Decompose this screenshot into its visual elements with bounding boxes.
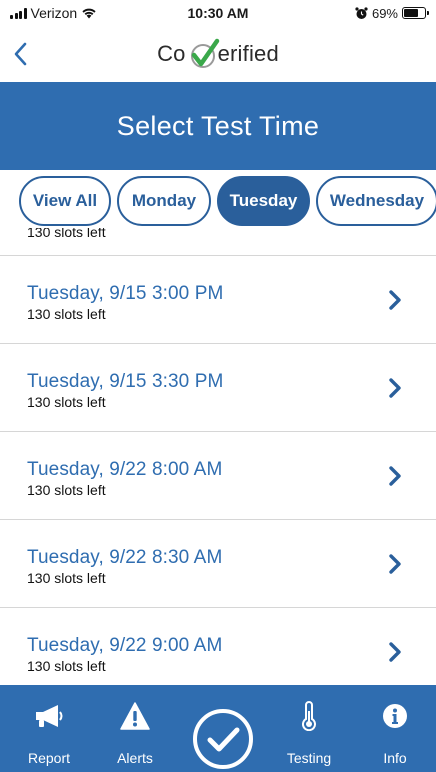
page-header: Select Test Time [0, 82, 436, 170]
nav-bar: Co erified [0, 26, 436, 82]
slots-left-label: 130 slots left [27, 394, 106, 410]
chevron-right-icon [389, 642, 401, 662]
slots-left-label: 130 slots left [27, 306, 106, 322]
slots-left-label: 130 slots left [27, 570, 106, 586]
info-icon [383, 704, 407, 728]
status-bar: Verizon 10:30 AM 69% [0, 0, 436, 26]
alarm-icon [355, 6, 368, 19]
tab-monday[interactable]: Monday [117, 176, 211, 226]
slots-left-label: 130 slots left [27, 482, 106, 498]
tab-info-label: Info [383, 750, 407, 766]
logo-text-suffix: erified [217, 41, 279, 66]
signal-icon [10, 7, 27, 19]
battery-fill [404, 9, 418, 17]
megaphone-icon [36, 705, 63, 727]
logo-text-prefix: Co [157, 41, 186, 66]
carrier-label: Verizon [30, 5, 78, 21]
tab-alerts-label: Alerts [117, 750, 153, 766]
slot-time: Tuesday, 9/22 9:00 AM [27, 635, 223, 656]
status-left: Verizon [10, 5, 150, 21]
slot-time: Tuesday, 9/15 3:00 PM [27, 283, 224, 304]
slot-time: Tuesday, 9/22 8:00 AM [27, 459, 223, 480]
list-item[interactable]: Tuesday, 9/15 3:00 PM 130 slots left [0, 256, 436, 344]
chevron-right-icon [389, 378, 401, 398]
slots-left-label: 130 slots left [27, 658, 106, 674]
list-item[interactable]: Tuesday, 9/15 3:30 PM 130 slots left [0, 344, 436, 432]
tab-info[interactable]: Info [370, 685, 420, 772]
chevron-right-icon [389, 466, 401, 486]
back-button[interactable] [8, 38, 32, 70]
chevron-left-icon [14, 42, 27, 66]
tab-alerts[interactable]: Alerts [106, 685, 164, 772]
chevron-right-icon [389, 290, 401, 310]
wifi-icon [82, 8, 96, 19]
tab-report-label: Report [27, 750, 71, 766]
tab-testing[interactable]: Testing [278, 685, 340, 772]
status-time: 10:30 AM [187, 5, 249, 21]
list-item[interactable]: Tuesday, 9/22 8:30 AM 130 slots left [0, 520, 436, 608]
time-slot-list: 130 slots left Tuesday, 9/15 3:00 PM 130… [0, 218, 436, 685]
day-filter-tabs: View All Monday Tuesday Wednesday [0, 176, 436, 228]
check-v-icon [190, 38, 219, 68]
tab-view-all[interactable]: View All [19, 176, 111, 226]
list-item[interactable]: Tuesday, 9/22 9:00 AM 130 slots left [0, 608, 436, 685]
slot-time: Tuesday, 9/22 8:30 AM [27, 547, 223, 568]
warning-icon [120, 702, 150, 730]
battery-percent: 69% [371, 5, 398, 21]
tab-testing-label: Testing [286, 750, 332, 766]
status-right: 69% [286, 5, 429, 21]
slot-time: Tuesday, 9/15 3:30 PM [27, 371, 224, 392]
page-title: Select Test Time [116, 110, 320, 141]
tab-tuesday[interactable]: Tuesday [217, 176, 310, 226]
check-in-button[interactable] [191, 707, 255, 771]
tab-report[interactable]: Report [20, 685, 78, 772]
chevron-right-icon [389, 554, 401, 574]
check-circle-icon [193, 709, 253, 769]
battery-icon [402, 7, 429, 19]
thermometer-icon [302, 701, 316, 731]
list-item[interactable]: Tuesday, 9/22 8:00 AM 130 slots left [0, 432, 436, 520]
app-logo: Co erified [157, 37, 279, 71]
tab-wednesday[interactable]: Wednesday [316, 176, 436, 226]
